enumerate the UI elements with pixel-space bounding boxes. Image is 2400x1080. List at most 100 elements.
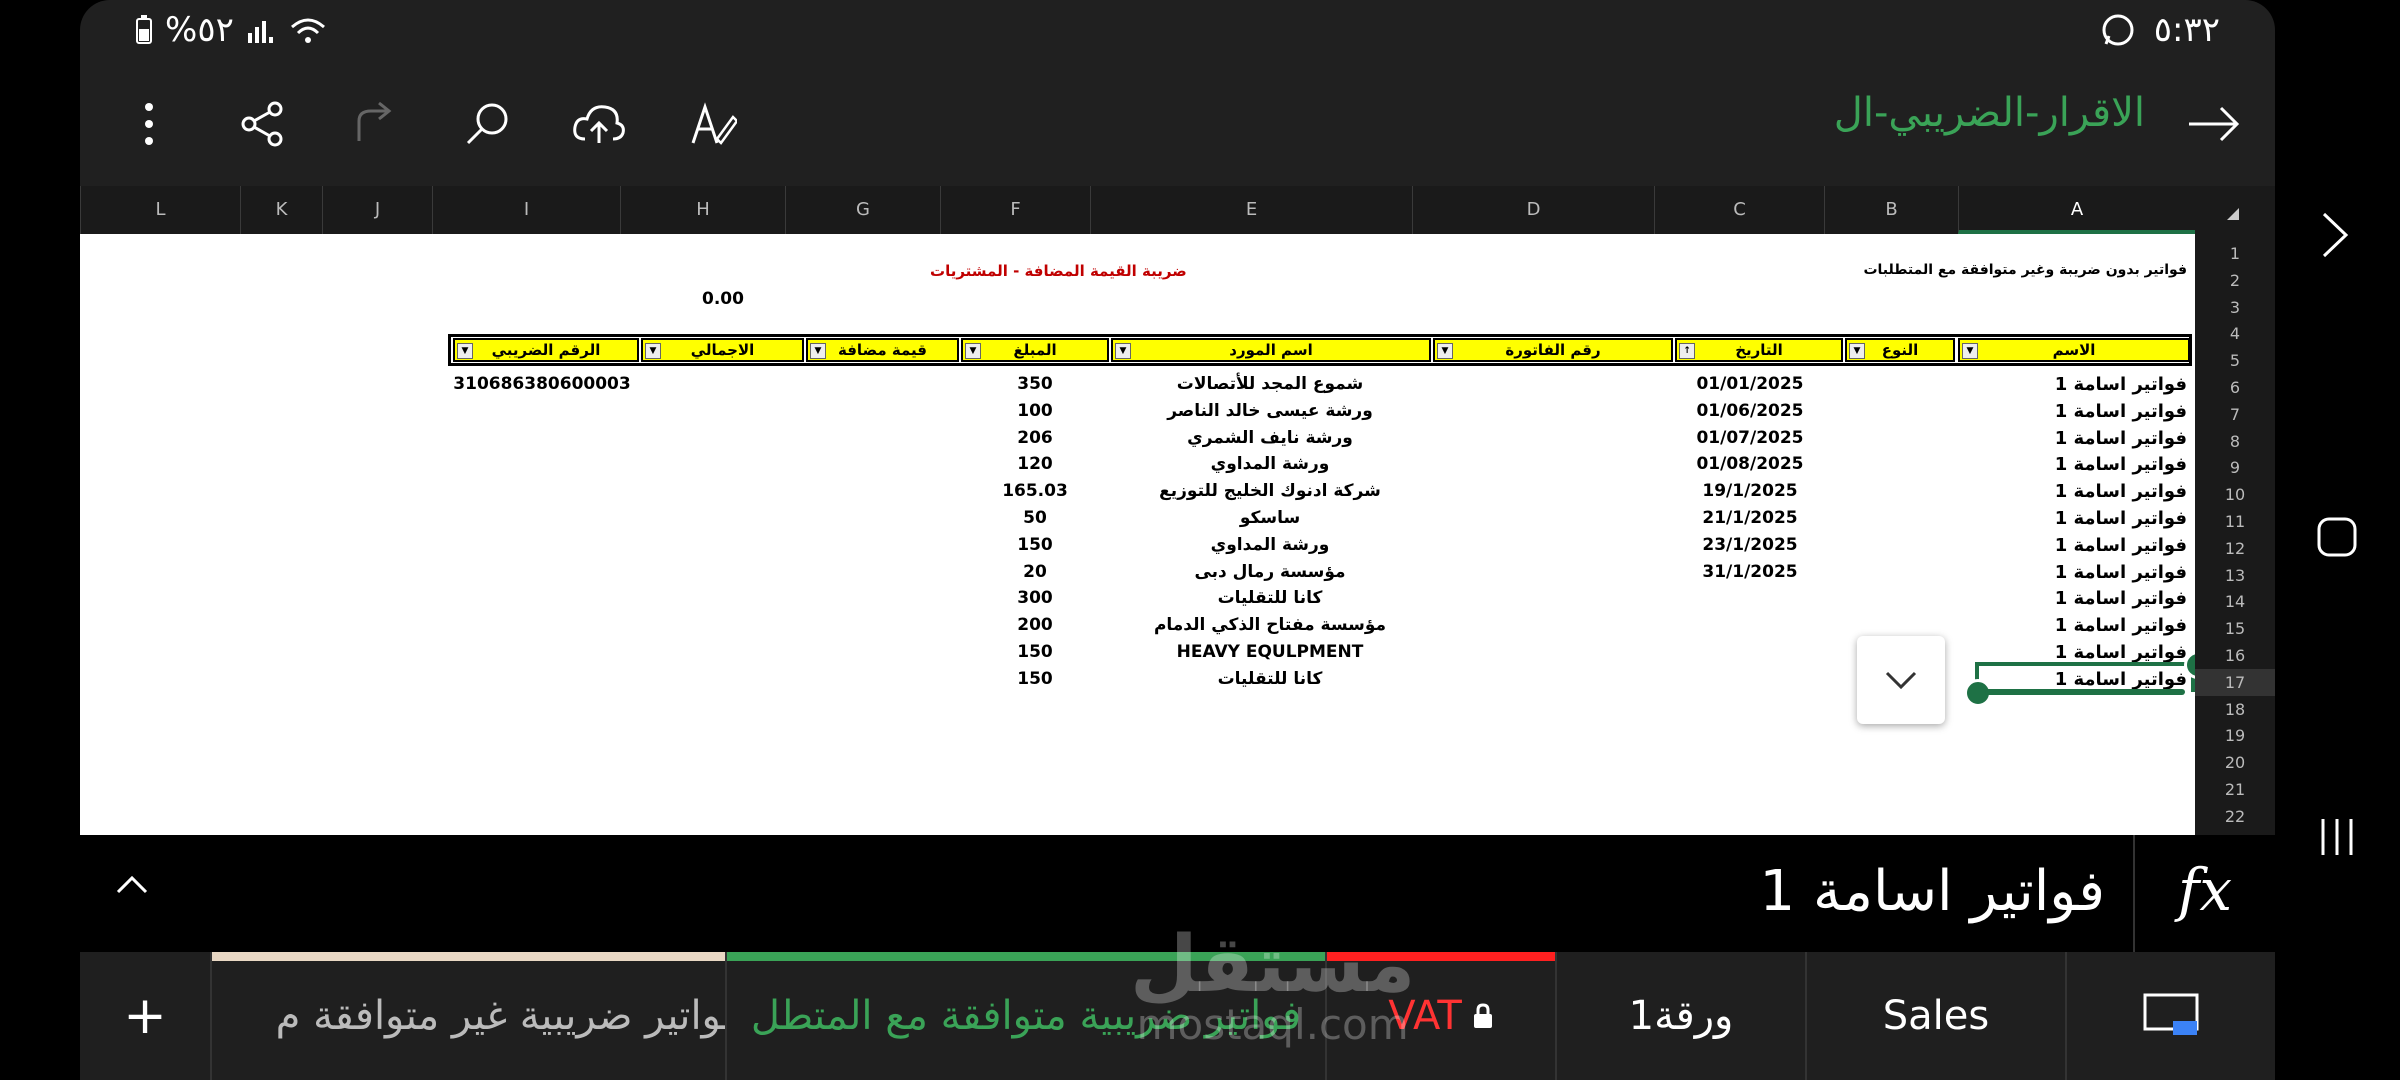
cell-amount[interactable]: 150: [875, 669, 1195, 689]
cell-amount[interactable]: 150: [875, 535, 1195, 555]
filter-dropdown-icon[interactable]: ▼: [1849, 343, 1865, 359]
chevron-up-icon[interactable]: [115, 875, 149, 895]
cell-name[interactable]: فواتير اسامة 1: [2055, 508, 2187, 529]
cell-date[interactable]: 21/1/2025: [1590, 508, 1910, 528]
row-number[interactable]: 4: [2195, 320, 2275, 347]
recent-apps-icon[interactable]: [2315, 815, 2359, 859]
filter-dropdown-icon[interactable]: ▼: [457, 343, 473, 359]
cell-name[interactable]: فواتير اسامة 1: [2055, 374, 2187, 395]
row-number[interactable]: 20: [2195, 749, 2275, 776]
row-number[interactable]: 3: [2195, 294, 2275, 321]
add-sheet-button[interactable]: +: [80, 952, 210, 1080]
cell-date[interactable]: 23/1/2025: [1590, 535, 1910, 555]
cell-name[interactable]: فواتير اسامة 1: [2055, 535, 2187, 556]
row-number[interactable]: 19: [2195, 722, 2275, 749]
row-number[interactable]: 11: [2195, 508, 2275, 535]
column-I[interactable]: I: [432, 186, 620, 234]
cell-amount[interactable]: 200: [875, 615, 1195, 635]
filter-dropdown-icon[interactable]: ▼: [1437, 343, 1453, 359]
filter-dropdown-icon[interactable]: ▼: [965, 343, 981, 359]
formula-input[interactable]: فواتير اسامة 1: [1760, 859, 2105, 924]
cell-date[interactable]: 19/1/2025: [1590, 481, 1910, 501]
column-A[interactable]: A: [1958, 186, 2195, 234]
row-number[interactable]: 12: [2195, 535, 2275, 562]
cell-tax-no[interactable]: 310686380600003: [382, 374, 702, 394]
row-number[interactable]: 2: [2195, 267, 2275, 294]
cell-name[interactable]: فواتير اسامة 1: [2055, 428, 2187, 449]
column-L[interactable]: L: [80, 186, 240, 234]
redo-icon[interactable]: [342, 92, 406, 156]
total-cell[interactable]: 0.00: [702, 289, 744, 309]
cloud-upload-icon[interactable]: [567, 92, 631, 156]
row-number[interactable]: 15: [2195, 615, 2275, 642]
tab-vat[interactable]: VAT: [1325, 952, 1555, 1080]
header-date[interactable]: ↑ التاريخ: [1675, 338, 1843, 362]
cell-amount[interactable]: 50: [875, 508, 1195, 528]
draw-icon[interactable]: [680, 92, 744, 156]
header-total[interactable]: ▼ الاجمالي: [641, 338, 804, 362]
home-button-icon[interactable]: [2315, 515, 2359, 559]
header-supplier[interactable]: ▼ اسم المورد: [1111, 338, 1431, 362]
column-K[interactable]: K: [240, 186, 322, 234]
row-number[interactable]: 17: [2195, 668, 2275, 696]
row-number[interactable]: 7: [2195, 401, 2275, 428]
sheet-title-cell[interactable]: ضريبة القيمة المضافة - المشتريات: [930, 262, 1187, 280]
header-tax-no[interactable]: ▼ الرقم الضريبي: [453, 338, 639, 362]
column-D[interactable]: D: [1412, 186, 1654, 234]
back-arrow-icon[interactable]: [2181, 92, 2245, 156]
row-number[interactable]: 22: [2195, 803, 2275, 830]
cell-amount[interactable]: 350: [875, 374, 1195, 394]
filter-dropdown-icon[interactable]: ▼: [1962, 343, 1978, 359]
header-amount[interactable]: ▼ المبلغ: [961, 338, 1109, 362]
note-cell[interactable]: فواتير بدون ضريبة وغير متوافقة مع المتطل…: [1863, 262, 2187, 278]
sort-ascending-icon[interactable]: ↑: [1679, 343, 1695, 359]
row-number[interactable]: 8: [2195, 428, 2275, 455]
cell-amount[interactable]: 165.03: [875, 481, 1195, 501]
tab-noncompliant[interactable]: فواتير ضريبية غير متوافقة م: [210, 952, 805, 1080]
column-G[interactable]: G: [785, 186, 940, 234]
cell-name[interactable]: فواتير اسامة 1: [2055, 615, 2187, 636]
column-B[interactable]: B: [1824, 186, 1958, 234]
cell-name[interactable]: فواتير اسامة 1: [2055, 642, 2187, 663]
cell-date[interactable]: 01/08/2025: [1590, 454, 1910, 474]
select-all-corner[interactable]: [2195, 186, 2275, 234]
header-name[interactable]: ▼ الاسم: [1958, 338, 2190, 362]
cell-name[interactable]: فواتير اسامة 1: [2055, 562, 2187, 583]
row-number[interactable]: 5: [2195, 347, 2275, 374]
tab-sales[interactable]: Sales: [1805, 952, 2065, 1080]
row-number[interactable]: 21: [2195, 776, 2275, 803]
filter-dropdown-icon[interactable]: ▼: [645, 343, 661, 359]
header-vat[interactable]: ▼ قيمة مضافة: [806, 338, 959, 362]
cell-date[interactable]: 01/01/2025: [1590, 374, 1910, 394]
row-number[interactable]: 1: [2195, 240, 2275, 267]
cell-name[interactable]: فواتير اسامة 1: [2055, 401, 2187, 422]
header-type[interactable]: ▼ النوع: [1845, 338, 1955, 362]
filter-dropdown-icon[interactable]: ▼: [810, 343, 826, 359]
tab-sheet1[interactable]: ورقة1: [1555, 952, 1805, 1080]
more-options-icon[interactable]: [117, 92, 181, 156]
cell-amount[interactable]: 206: [875, 428, 1195, 448]
row-number[interactable]: 13: [2195, 562, 2275, 589]
cell-amount[interactable]: 120: [875, 454, 1195, 474]
row-number[interactable]: 9: [2195, 454, 2275, 481]
row-number[interactable]: 6: [2195, 374, 2275, 401]
column-C[interactable]: C: [1654, 186, 1824, 234]
column-F[interactable]: F: [940, 186, 1090, 234]
cell-date[interactable]: 31/1/2025: [1590, 562, 1910, 582]
cell-amount[interactable]: 150: [875, 642, 1195, 662]
share-icon[interactable]: [230, 92, 294, 156]
header-invoice[interactable]: ▼ رقم الفاتورة: [1433, 338, 1673, 362]
chevron-right-icon[interactable]: [2320, 210, 2350, 260]
row-number[interactable]: 18: [2195, 696, 2275, 723]
row-number[interactable]: 10: [2195, 481, 2275, 508]
row-number[interactable]: 14: [2195, 588, 2275, 615]
fx-icon[interactable]: fx: [2133, 835, 2275, 952]
scroll-down-button[interactable]: [1857, 636, 1945, 724]
cell-name[interactable]: فواتير اسامة 1: [2055, 454, 2187, 475]
cell-name[interactable]: فواتير اسامة 1: [2055, 588, 2187, 609]
selection-range[interactable]: [1975, 662, 2195, 692]
cell-name[interactable]: فواتير اسامة 1: [2055, 481, 2187, 502]
row-number[interactable]: 16: [2195, 642, 2275, 669]
spreadsheet-grid[interactable]: فواتير بدون ضريبة وغير متوافقة مع المتطل…: [80, 234, 2195, 835]
tab-compliant-active[interactable]: فواتير ضريبية متوافقة مع المتطل: [725, 952, 1325, 1080]
